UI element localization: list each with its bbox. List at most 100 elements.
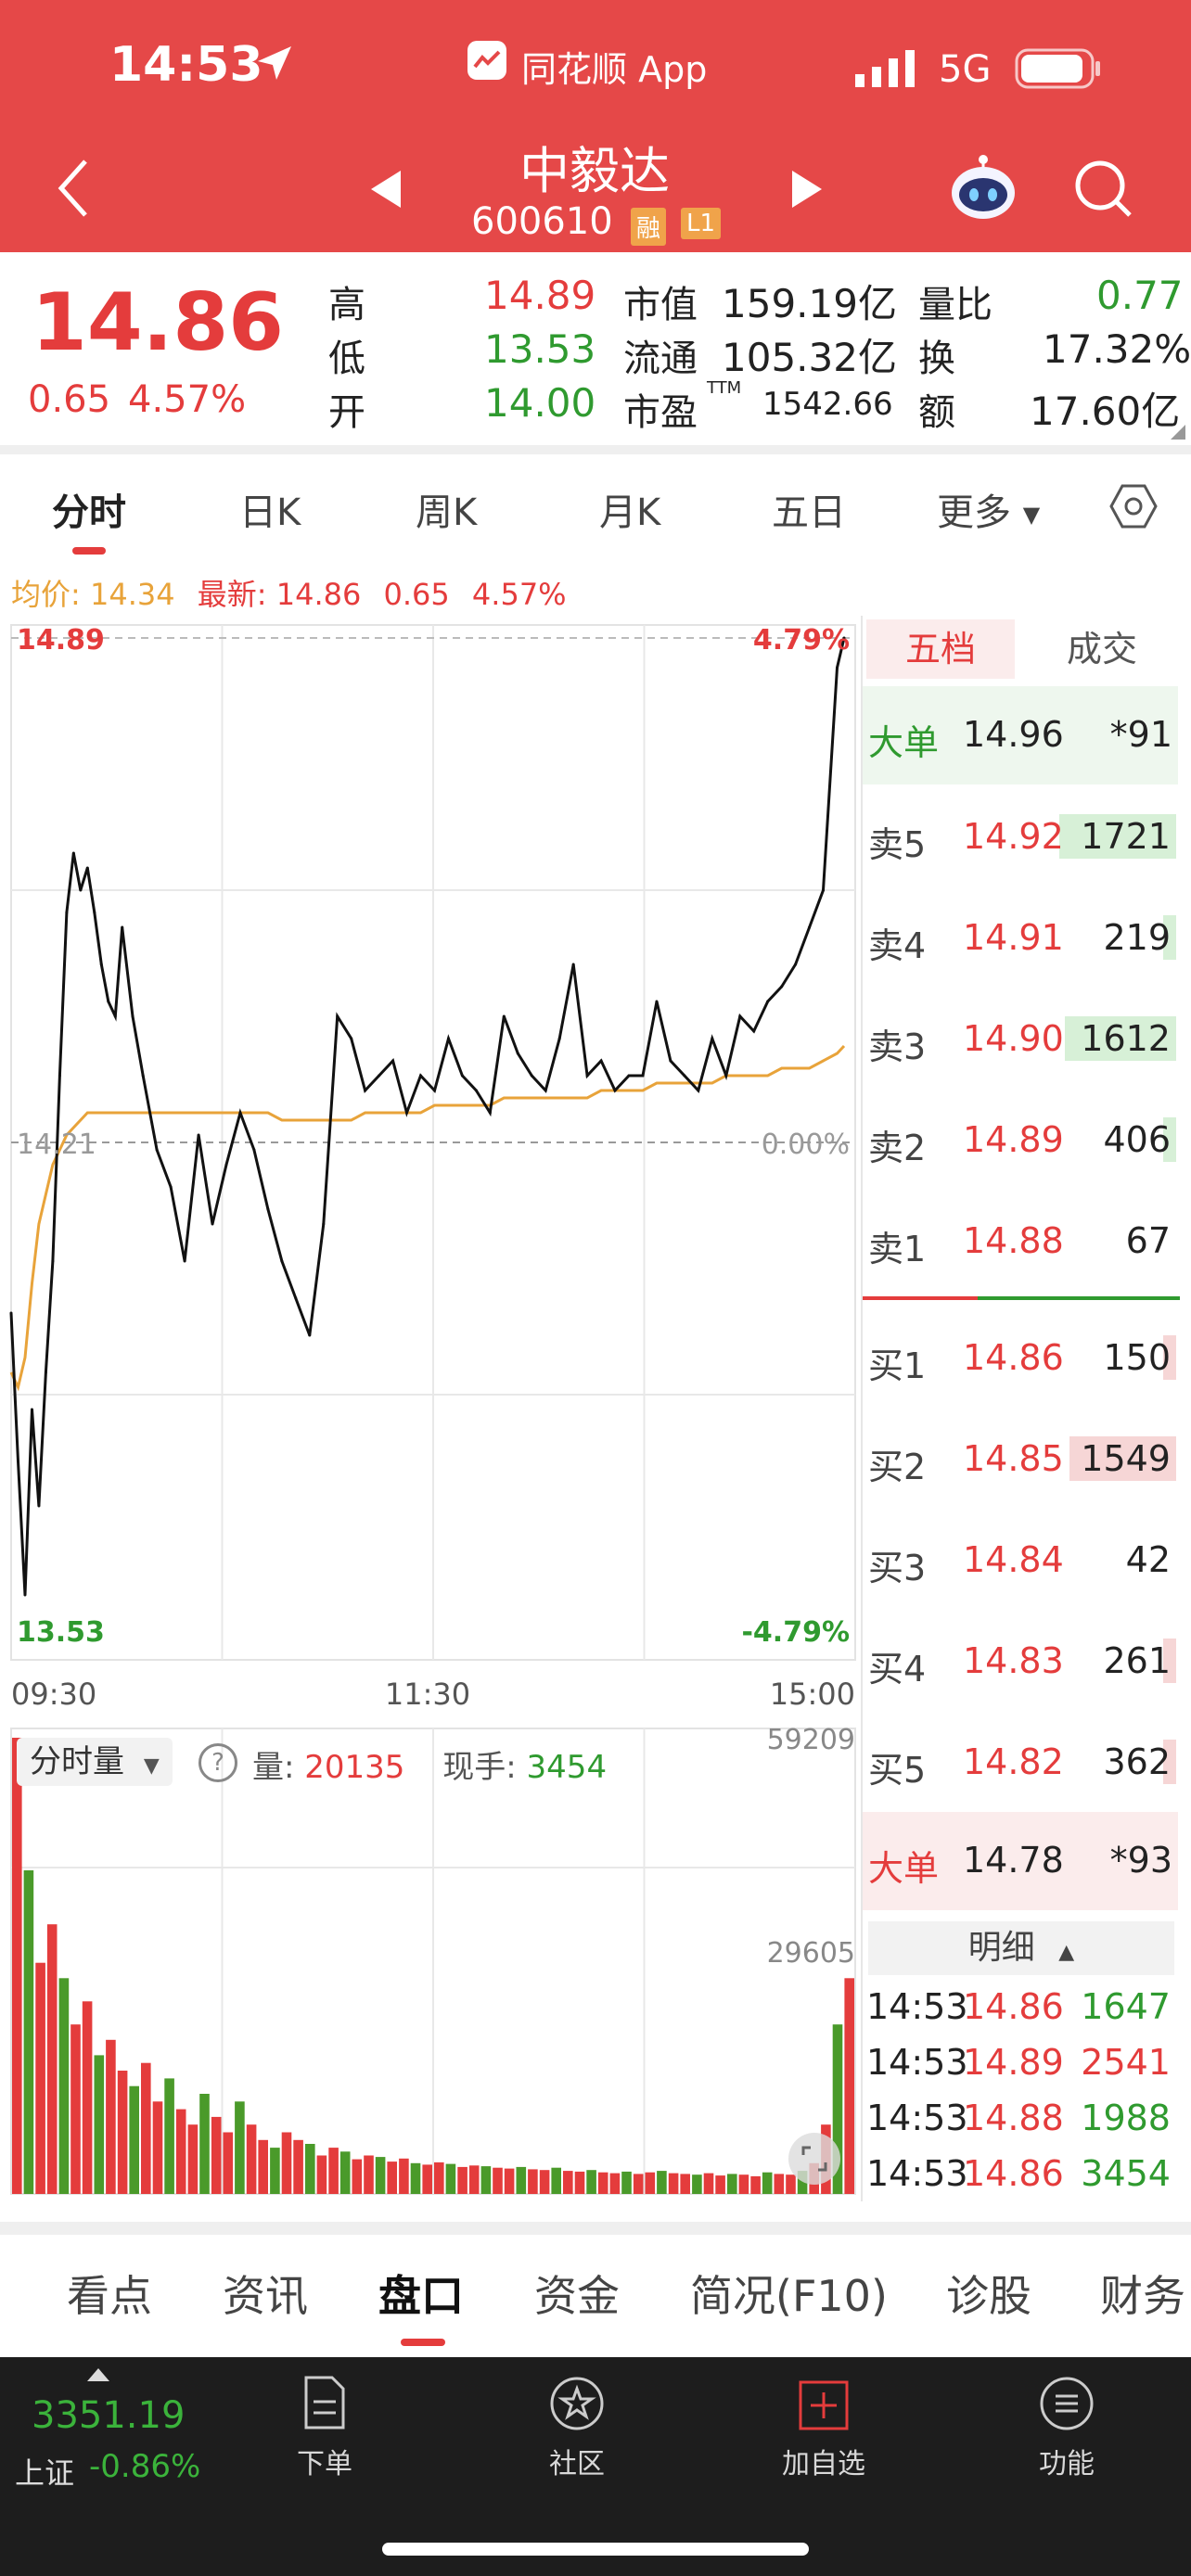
robot-assistant-icon[interactable] <box>948 152 1018 226</box>
buy-level-row[interactable]: 买2 14.85 1549 <box>863 1409 1178 1509</box>
buy-level-row[interactable]: 买3 14.84 42 <box>863 1510 1178 1610</box>
price-point <box>557 1037 561 1040</box>
detail-header[interactable]: 明细 ▲ <box>868 1921 1174 1975</box>
back-icon[interactable] <box>54 156 91 224</box>
price-point <box>432 1089 436 1092</box>
tab-news[interactable]: 资讯 <box>223 2263 308 2324</box>
tab-five-levels[interactable]: 五档 <box>866 619 1015 679</box>
add-watchlist-button[interactable]: 加自选 <box>768 2376 879 2487</box>
tick-price: 14.88 <box>963 2098 1064 2138</box>
community-button[interactable]: 社区 <box>531 2376 623 2487</box>
next-stock-icon[interactable] <box>790 169 824 213</box>
sell-level-price: 14.88 <box>963 1220 1064 1261</box>
functions-button[interactable]: 功能 <box>1020 2376 1113 2487</box>
volume-bar <box>539 2170 550 2194</box>
sell-level-price: 14.91 <box>963 917 1064 958</box>
buy-level-row[interactable]: 买5 14.82 362 <box>863 1712 1178 1812</box>
help-icon[interactable]: ? <box>198 1743 237 1782</box>
price-point <box>822 888 826 892</box>
caret-up-icon: ▲ <box>1058 1941 1075 1964</box>
price-point <box>474 1089 478 1092</box>
price-point <box>738 1014 742 1018</box>
intraday-price-chart[interactable]: 14.89 14.21 13.53 4.79% 0.00% -4.79% 09:30 11:3… <box>0 616 863 2229</box>
sell-level-row[interactable]: 卖3 14.90 1612 <box>863 988 1178 1089</box>
tab-daily-k[interactable]: 日K <box>239 482 301 536</box>
price-point <box>613 1089 617 1092</box>
stock-name: 中毅达 <box>519 142 670 200</box>
source-app-label[interactable]: 同花顺 App <box>521 41 707 92</box>
buy-level-qty: 362 <box>1103 1741 1171 1782</box>
index-value[interactable]: 3351.19 <box>32 2394 185 2437</box>
volume-readout: 量: 20135 现手: 3454 <box>252 1741 607 1787</box>
price-point <box>169 1185 173 1189</box>
price-point <box>669 1059 672 1063</box>
tab-profile-f10[interactable]: 简况(F10) <box>690 2263 888 2324</box>
settings-hexagon-icon[interactable] <box>1109 482 1158 534</box>
sell-level-row[interactable]: 卖2 14.89 406 <box>863 1090 1178 1190</box>
volume-bar <box>516 2166 527 2194</box>
level-badge: L1 <box>681 208 722 239</box>
tick-qty: 3454 <box>1081 2153 1171 2194</box>
prev-stock-icon[interactable] <box>369 169 403 213</box>
orderbook-tabs: 五档 成交 <box>866 619 1180 679</box>
margin-badge: 融 <box>631 208 667 246</box>
fullscreen-icon[interactable] <box>788 2133 840 2185</box>
order-button[interactable]: 下单 <box>278 2376 371 2487</box>
volume-bar <box>305 2144 315 2194</box>
sell-level-qty: 67 <box>1125 1220 1171 1261</box>
tab-weekly-k[interactable]: 周K <box>416 482 477 536</box>
price-point <box>350 1037 353 1040</box>
sell-level-row[interactable]: 卖5 14.92 1721 <box>863 786 1178 886</box>
community-label: 社区 <box>549 2448 605 2480</box>
tab-handicap[interactable]: 盘口 <box>378 2263 464 2324</box>
tab-monthly-k[interactable]: 月K <box>599 482 660 536</box>
sell-level-qty: 406 <box>1103 1119 1171 1160</box>
price-point <box>224 1163 228 1167</box>
price-point <box>252 1148 256 1152</box>
hand-label: 现手: <box>442 1749 517 1786</box>
tab-five-day[interactable]: 五日 <box>772 482 846 536</box>
tab-diagnosis[interactable]: 诊股 <box>946 2263 1031 2324</box>
tab-intraday[interactable]: 分时 <box>52 482 126 536</box>
current-price: 14.86 <box>32 276 285 369</box>
price-point <box>571 963 575 966</box>
tick-time: 14:53 <box>866 2042 968 2083</box>
buy-level-qty: 42 <box>1125 1539 1171 1580</box>
tab-financials[interactable]: 财务 <box>1100 2263 1185 2324</box>
trade-tick-row: 14:53 14.88 1988 <box>866 2096 1178 2151</box>
price-point <box>752 1029 756 1033</box>
tab-more[interactable]: 更多 ▼ <box>937 482 1040 536</box>
volume-label: 量: <box>252 1749 295 1786</box>
volume-bar <box>480 2166 492 2194</box>
volume-bar <box>774 2174 785 2194</box>
amount-label: 额 <box>918 391 955 434</box>
tab-funds[interactable]: 资金 <box>534 2263 620 2324</box>
volume-bar <box>293 2139 303 2194</box>
sell-level-row[interactable]: 卖1 14.88 67 <box>863 1191 1178 1291</box>
volume-bar <box>70 2024 81 2194</box>
sell-level-row[interactable]: 卖4 14.91 219 <box>863 887 1178 988</box>
buy-level-row[interactable]: 买4 14.83 261 <box>863 1611 1178 1711</box>
volume-bar <box>445 2163 456 2194</box>
search-icon[interactable] <box>1072 158 1133 223</box>
open-value: 14.00 <box>484 380 596 426</box>
high-value: 14.89 <box>484 273 596 318</box>
expand-corner-icon[interactable] <box>1171 425 1185 443</box>
tab-trades[interactable]: 成交 <box>1024 619 1180 679</box>
tab-highlights[interactable]: 看点 <box>67 2263 152 2324</box>
volume-bar <box>621 2171 632 2194</box>
buy-level-row[interactable]: 买1 14.86 150 <box>863 1307 1178 1408</box>
price-point <box>183 1259 186 1263</box>
volume-indicator-selector[interactable]: 分时量 ▼ <box>17 1738 173 1786</box>
tick-price: 14.86 <box>963 2153 1064 2194</box>
latest-value: 14.86 <box>275 577 362 612</box>
volume-bar <box>187 2124 198 2194</box>
price-point <box>9 1311 13 1315</box>
volume-bar <box>199 2094 210 2194</box>
price-axis-top-label: 14.89 <box>17 624 105 657</box>
functions-label: 功能 <box>1039 2448 1095 2480</box>
network-label: 5G <box>939 48 992 91</box>
price-point <box>655 1000 659 1003</box>
price-point <box>697 1089 700 1092</box>
float-value: 105.32亿 <box>722 335 897 380</box>
